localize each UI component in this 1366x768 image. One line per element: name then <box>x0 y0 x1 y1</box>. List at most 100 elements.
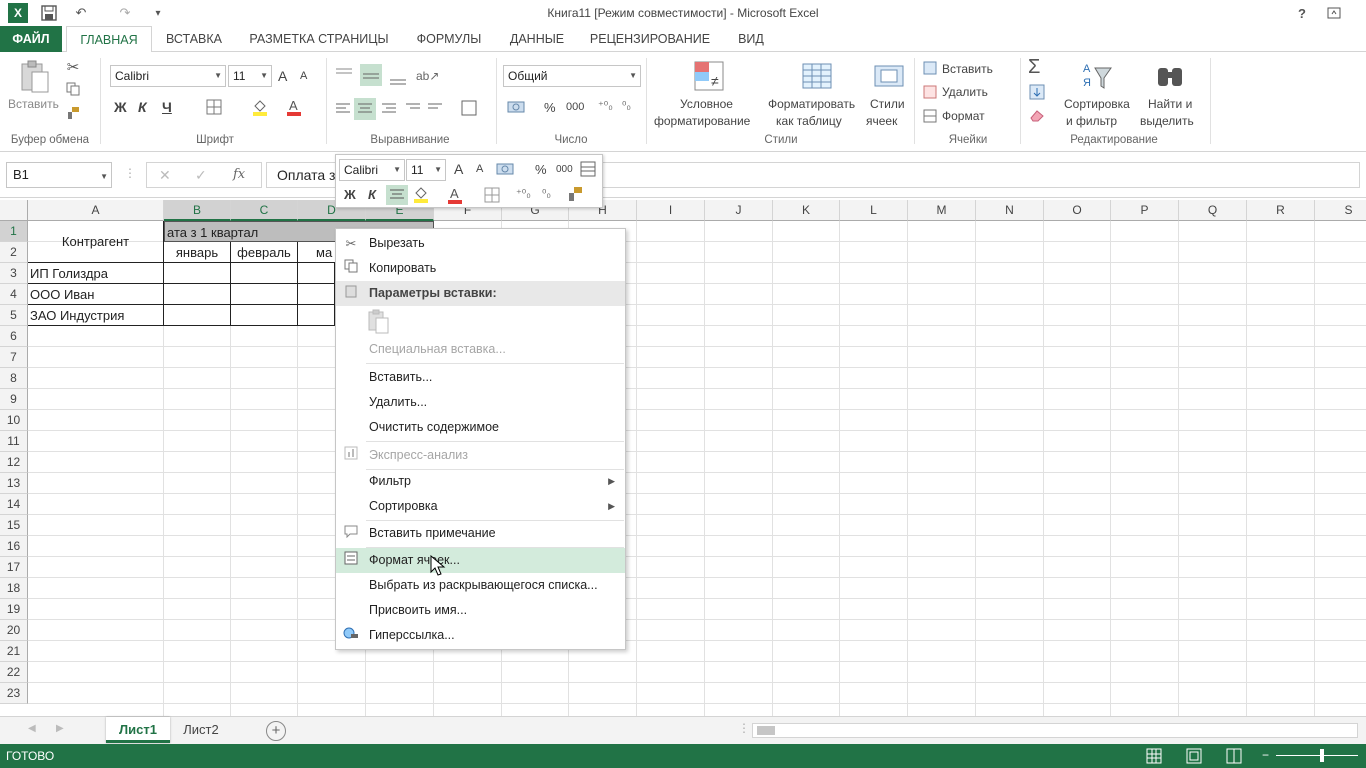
row-header-6[interactable]: 6 <box>0 326 28 347</box>
row-header-8[interactable]: 8 <box>0 368 28 389</box>
horizontal-align-icons[interactable] <box>332 98 482 120</box>
cell-a1[interactable]: Контрагент <box>28 221 164 263</box>
mini-font-name-select[interactable]: Calibri ▼ <box>339 159 405 181</box>
delete-cells-icon[interactable] <box>922 85 938 102</box>
mini-fill-color-icon[interactable] <box>412 185 432 205</box>
conditional-formatting-label2[interactable]: форматирование <box>654 114 750 128</box>
menu-item-insert-comment[interactable]: Вставить примечание <box>336 521 625 546</box>
menu-item-paste-special[interactable]: Специальная вставка... <box>336 337 625 362</box>
select-all-corner[interactable] <box>0 200 28 221</box>
shrink-font-button[interactable]: A <box>300 70 307 82</box>
column-header-c[interactable]: C <box>231 200 298 221</box>
format-painter-icon[interactable] <box>64 106 82 123</box>
ribbon-display-options-icon[interactable] <box>1324 3 1344 23</box>
find-select-icon[interactable] <box>1154 62 1186 93</box>
sheet-tab-1[interactable]: Лист1 <box>106 717 170 743</box>
paste-option-icon[interactable] <box>366 309 390 335</box>
mini-grow-font-icon[interactable]: A <box>454 161 463 177</box>
scrollbar-thumb[interactable] <box>757 726 775 735</box>
row-header-11[interactable]: 11 <box>0 431 28 452</box>
row-header-23[interactable]: 23 <box>0 683 28 704</box>
normal-view-icon[interactable] <box>1146 748 1162 764</box>
menu-item-filter[interactable]: Фильтр ▶ <box>336 469 625 494</box>
mini-italic-button[interactable]: К <box>368 187 376 202</box>
underline-button[interactable]: Ч <box>162 99 172 115</box>
font-name-select[interactable]: Calibri ▼ <box>110 65 226 87</box>
menu-item-clear-contents[interactable]: Очистить содержимое <box>336 415 625 440</box>
column-header-k[interactable]: K <box>773 200 840 221</box>
paste-button[interactable]: Вставить <box>8 97 59 111</box>
delete-cells-button[interactable]: Удалить <box>942 85 988 99</box>
insert-cells-button[interactable]: Вставить <box>942 62 993 76</box>
mini-center-icon[interactable] <box>386 185 408 205</box>
add-sheet-icon[interactable]: + <box>266 721 286 741</box>
copy-icon[interactable] <box>64 82 82 99</box>
menu-item-define-name[interactable]: Присвоить имя... <box>336 598 625 623</box>
percent-button[interactable]: % <box>544 100 556 115</box>
zoom-out-icon[interactable]: − <box>1262 748 1269 762</box>
mini-font-size-select[interactable]: 11 ▼ <box>406 159 446 181</box>
mini-thousands-button[interactable]: 000 <box>556 164 573 175</box>
mini-font-color-icon[interactable]: A <box>446 185 466 205</box>
column-header-b[interactable]: B <box>164 200 231 221</box>
cell-styles-label2[interactable]: ячеек <box>866 114 897 128</box>
tab-file[interactable]: ФАЙЛ <box>0 26 62 52</box>
autosum-icon[interactable]: Σ <box>1028 56 1040 79</box>
row-header-2[interactable]: 2 <box>0 242 28 263</box>
tab-insert[interactable]: ВСТАВКА <box>158 26 230 52</box>
find-select-label1[interactable]: Найти и <box>1148 97 1192 111</box>
mini-percent-button[interactable]: % <box>535 162 547 177</box>
decrease-decimal-icon[interactable]: ⁰₀ <box>622 99 631 112</box>
column-header-o[interactable]: O <box>1044 200 1111 221</box>
column-header-q[interactable]: Q <box>1179 200 1247 221</box>
row-header-3[interactable]: 3 <box>0 263 28 284</box>
format-as-table-icon[interactable] <box>800 60 834 95</box>
insert-function-icon[interactable]: fx <box>233 167 245 182</box>
cell-b2[interactable]: январь <box>164 242 231 263</box>
row-header-19[interactable]: 19 <box>0 599 28 620</box>
sort-filter-icon[interactable]: АЯ <box>1080 60 1116 95</box>
fill-color-icon[interactable] <box>250 98 270 119</box>
tab-home[interactable]: ГЛАВНАЯ <box>66 26 152 53</box>
column-header-m[interactable]: M <box>908 200 976 221</box>
thousands-button[interactable]: 000 <box>566 101 584 113</box>
mini-format-painter-icon[interactable] <box>566 185 584 203</box>
cut-icon[interactable]: ✂ <box>64 58 82 76</box>
cancel-icon[interactable]: ✕ <box>159 167 171 184</box>
cell-a3[interactable]: ИП Голиздра <box>28 263 164 284</box>
mini-decrease-decimal-icon[interactable]: ⁰₀ <box>542 187 551 200</box>
row-header-18[interactable]: 18 <box>0 578 28 599</box>
conditional-formatting-icon[interactable]: ≠ <box>692 60 726 95</box>
row-header-7[interactable]: 7 <box>0 347 28 368</box>
menu-item-copy[interactable]: Копировать <box>336 256 625 281</box>
vertical-align-icons[interactable]: ab↗ <box>332 64 472 86</box>
insert-cells-icon[interactable] <box>922 61 938 78</box>
row-header-10[interactable]: 10 <box>0 410 28 431</box>
cell-d2[interactable]: ма <box>298 242 335 263</box>
grow-font-button[interactable]: A <box>278 68 287 84</box>
menu-item-sort[interactable]: Сортировка ▶ <box>336 494 625 519</box>
font-size-select[interactable]: 11 ▼ <box>228 65 272 87</box>
sort-filter-label2[interactable]: и фильтр <box>1066 114 1117 128</box>
row-header-20[interactable]: 20 <box>0 620 28 641</box>
tab-page-layout[interactable]: РАЗМЕТКА СТРАНИЦЫ <box>244 26 394 52</box>
cell-c2[interactable]: февраль <box>231 242 298 263</box>
row-header-17[interactable]: 17 <box>0 557 28 578</box>
column-header-j[interactable]: J <box>705 200 773 221</box>
column-header-a[interactable]: A <box>28 200 164 221</box>
tab-data[interactable]: ДАННЫЕ <box>502 26 572 52</box>
row-header-15[interactable]: 15 <box>0 515 28 536</box>
currency-icon[interactable] <box>506 99 530 118</box>
find-select-label2[interactable]: выделить <box>1140 114 1194 128</box>
tab-review[interactable]: РЕЦЕНЗИРОВАНИЕ <box>584 26 716 52</box>
cell-a4[interactable]: ООО Иван <box>28 284 164 305</box>
format-cells-button[interactable]: Формат <box>942 109 985 123</box>
format-cells-icon[interactable] <box>922 109 938 126</box>
column-header-r[interactable]: R <box>1247 200 1315 221</box>
format-as-table-label2[interactable]: как таблицу <box>776 114 842 128</box>
menu-item-cut[interactable]: ✂ Вырезать <box>336 231 625 256</box>
borders-icon[interactable] <box>204 99 224 118</box>
row-header-13[interactable]: 13 <box>0 473 28 494</box>
cell-a5[interactable]: ЗАО Индустрия <box>28 305 164 326</box>
sort-filter-label1[interactable]: Сортировка <box>1064 97 1130 111</box>
